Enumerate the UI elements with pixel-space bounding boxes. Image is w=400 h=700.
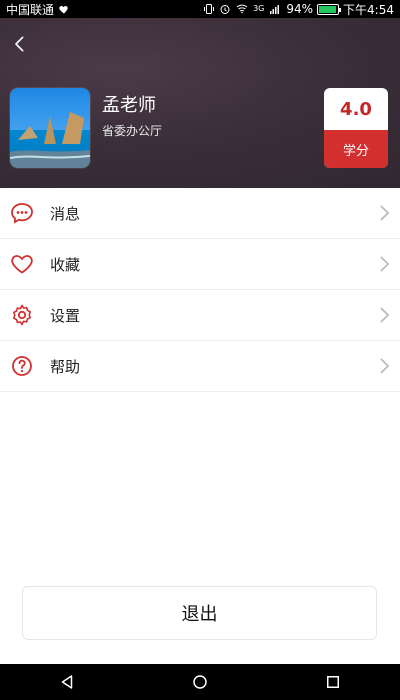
- battery-icon: [317, 3, 342, 15]
- credits-card[interactable]: 4.0 学分: [324, 88, 388, 168]
- credits-label: 学分: [324, 130, 388, 168]
- status-time: 下午4:54: [343, 2, 394, 17]
- user-department: 省委办公厅: [102, 124, 163, 138]
- help-icon: [10, 354, 34, 378]
- chevron-right-icon: [380, 256, 390, 272]
- home-nav-icon[interactable]: [188, 670, 212, 694]
- heart-status-icon: [58, 3, 70, 15]
- menu-item-label: 帮助: [50, 357, 81, 376]
- menu-item-label: 设置: [50, 306, 81, 325]
- avatar-image: [10, 88, 90, 168]
- status-right: 3G 94% 下午4:54: [203, 1, 394, 18]
- menu-item-favorites[interactable]: 收藏: [0, 239, 400, 290]
- chevron-right-icon: [380, 307, 390, 323]
- menu-item-label: 收藏: [50, 255, 81, 274]
- back-nav-icon[interactable]: [55, 670, 79, 694]
- profile-header: 孟老师 省委办公厅 4.0 学分: [0, 18, 400, 188]
- logout-button[interactable]: 退出: [22, 586, 377, 640]
- menu-list: 消息 收藏 设置 帮助: [0, 188, 400, 392]
- signal-icon: [268, 3, 282, 15]
- back-button[interactable]: [8, 32, 32, 56]
- gear-icon: [10, 303, 34, 327]
- vibrate-icon: [203, 3, 215, 15]
- message-icon: [10, 201, 34, 225]
- carrier-text: 中国联通: [6, 2, 55, 17]
- heart-icon: [10, 252, 34, 276]
- recents-nav-icon[interactable]: [321, 670, 345, 694]
- avatar[interactable]: [10, 88, 90, 168]
- wifi-icon: [235, 3, 249, 15]
- chevron-right-icon: [380, 205, 390, 221]
- status-left: 中国联通: [6, 1, 70, 18]
- status-bar: 中国联通 3G 94% 下午4:54: [0, 0, 400, 18]
- menu-item-message[interactable]: 消息: [0, 188, 400, 239]
- battery-percent: 94%: [286, 2, 314, 16]
- network-badge: 3G: [253, 4, 265, 13]
- alarm-icon: [219, 3, 231, 15]
- menu-item-help[interactable]: 帮助: [0, 341, 400, 392]
- chevron-right-icon: [380, 358, 390, 374]
- credits-value: 4.0: [340, 98, 372, 120]
- user-name: 孟老师: [102, 95, 156, 116]
- menu-item-label: 消息: [50, 204, 81, 223]
- system-nav-bar: [0, 664, 400, 700]
- menu-item-settings[interactable]: 设置: [0, 290, 400, 341]
- chevron-left-icon: [15, 36, 24, 52]
